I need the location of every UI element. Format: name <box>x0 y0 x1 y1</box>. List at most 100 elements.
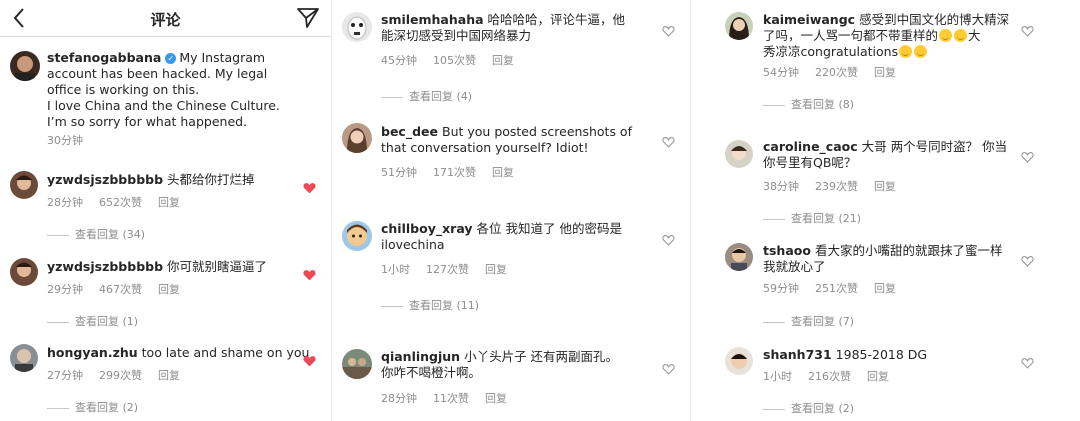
heart-filled-icon[interactable] <box>303 355 316 367</box>
heart-outline-icon[interactable] <box>662 234 675 246</box>
like-count[interactable]: 251次赞 <box>815 282 858 295</box>
view-replies-button[interactable]: 查看回复 (4) <box>381 88 472 104</box>
verified-badge-icon: ✓ <box>165 53 177 64</box>
view-replies-button[interactable]: 查看回复 (8) <box>763 96 854 112</box>
avatar[interactable] <box>342 123 372 153</box>
avatar[interactable] <box>342 349 372 379</box>
heart-outline-icon[interactable] <box>1021 357 1034 369</box>
comment-username[interactable]: shanh731 <box>763 347 832 362</box>
comment-text: 大哥 两个号同时盗？ 你当 <box>861 139 1008 154</box>
comment-text: 大 <box>968 28 981 43</box>
send-icon[interactable] <box>296 6 320 30</box>
comment-username[interactable]: chillboy_xray <box>381 221 473 236</box>
comment-text: 哈哈哈哈，评论牛逼，他 <box>487 12 626 27</box>
comment-text: 了吗，一人骂一句都不带重样的 <box>763 28 939 43</box>
heart-outline-icon[interactable] <box>1021 151 1034 163</box>
like-count[interactable]: 467次赞 <box>99 283 142 296</box>
comment-time: 38分钟 <box>763 180 799 193</box>
heart-outline-icon[interactable] <box>662 25 675 37</box>
back-chevron-icon[interactable] <box>10 6 30 30</box>
reply-button[interactable]: 回复 <box>492 54 514 67</box>
view-replies-button[interactable]: 查看回复 (2) <box>763 400 854 416</box>
comment-username[interactable]: hongyan.zhu <box>47 345 138 360</box>
comment-text: But you posted screenshots of <box>442 124 632 139</box>
comment-text: too late and shame on you <box>141 345 310 360</box>
heart-filled-icon[interactable] <box>303 182 316 194</box>
reply-button[interactable]: 回复 <box>492 166 514 179</box>
comment-time: 27分钟 <box>47 369 83 382</box>
comment-username[interactable]: bec_dee <box>381 124 438 139</box>
like-count[interactable]: 127次赞 <box>426 263 469 276</box>
reply-button[interactable]: 回复 <box>485 263 507 276</box>
comments-panel-1: 评论 stefanogabbana ✓ My Instagram account h… <box>0 0 331 421</box>
avatar[interactable] <box>725 243 753 271</box>
heart-outline-icon[interactable] <box>662 136 675 148</box>
grimace-emoji-icon <box>954 29 968 42</box>
grimace-emoji-icon <box>899 45 913 58</box>
reply-button[interactable]: 回复 <box>485 392 507 405</box>
reply-button[interactable]: 回复 <box>874 282 896 295</box>
avatar[interactable] <box>725 347 753 375</box>
comment-text: 你号里有QB呢？ <box>763 155 857 170</box>
view-replies-button[interactable]: 查看回复 (1) <box>47 313 138 329</box>
comment-time: 1小时 <box>381 263 410 276</box>
comment-text: 秀凉凉congratulations <box>763 44 899 59</box>
reply-button[interactable]: 回复 <box>158 283 180 296</box>
heart-outline-icon[interactable] <box>1021 255 1034 267</box>
comment-time: 59分钟 <box>763 282 799 295</box>
comment-time: 29分钟 <box>47 283 83 296</box>
comment-text: 你咋不喝橙汁啊。 <box>381 365 482 380</box>
comment-text: ilovechina <box>381 237 445 252</box>
reply-button[interactable]: 回复 <box>158 196 180 209</box>
comment-text: 能深切感受到中国网络暴力 <box>381 28 532 43</box>
view-replies-button[interactable]: 查看回复 (21) <box>763 210 861 226</box>
like-count[interactable]: 299次赞 <box>99 369 142 382</box>
comment-username[interactable]: caroline_caoc <box>763 139 858 154</box>
reply-button[interactable]: 回复 <box>158 369 180 382</box>
page-title: 评论 <box>150 11 181 29</box>
comment-username[interactable]: yzwdsjszbbbbbb <box>47 172 163 187</box>
comment-time: 28分钟 <box>47 196 83 209</box>
heart-filled-icon[interactable] <box>303 269 316 281</box>
avatar[interactable] <box>725 140 753 168</box>
like-count[interactable]: 216次赞 <box>808 370 851 383</box>
like-count[interactable]: 239次赞 <box>815 180 858 193</box>
like-count[interactable]: 220次赞 <box>815 66 858 79</box>
avatar[interactable] <box>725 12 753 40</box>
avatar[interactable] <box>10 258 38 286</box>
like-count[interactable]: 11次赞 <box>433 392 469 405</box>
post-username[interactable]: stefanogabbana <box>47 50 161 65</box>
avatar[interactable] <box>10 171 38 199</box>
comment-time: 1小时 <box>763 370 792 383</box>
view-replies-button[interactable]: 查看回复 (7) <box>763 313 854 329</box>
view-replies-button[interactable]: 查看回复 (2) <box>47 399 138 415</box>
like-count[interactable]: 652次赞 <box>99 196 142 209</box>
reply-button[interactable]: 回复 <box>867 370 889 383</box>
view-replies-button[interactable]: 查看回复 (34) <box>47 226 145 242</box>
comment-text: 头都给你打烂掉 <box>167 172 255 187</box>
like-count[interactable]: 171次赞 <box>433 166 476 179</box>
comment-time: 28分钟 <box>381 392 417 405</box>
comment-username[interactable]: smilemhahaha <box>381 12 484 27</box>
heart-outline-icon[interactable] <box>1021 25 1034 37</box>
comment-username[interactable]: tshaoo <box>763 243 811 258</box>
comment-text: 各位 我知道了 他的密码是 <box>476 221 622 236</box>
avatar[interactable] <box>342 12 372 42</box>
like-count[interactable]: 105次赞 <box>433 54 476 67</box>
caption-line: account has been hacked. My legal <box>47 66 268 81</box>
avatar[interactable] <box>10 51 40 81</box>
caption-line: My Instagram <box>179 50 266 65</box>
comment-text: 1985-2018 DG <box>835 347 928 362</box>
view-replies-button[interactable]: 查看回复 (11) <box>381 297 479 313</box>
comment-username[interactable]: kaimeiwangc <box>763 12 855 27</box>
comment-text: 我就放心了 <box>763 259 826 274</box>
heart-outline-icon[interactable] <box>662 363 675 375</box>
avatar[interactable] <box>10 344 38 372</box>
comment-username[interactable]: qianlingjun <box>381 349 460 364</box>
grimace-emoji-icon <box>939 29 953 42</box>
reply-button[interactable]: 回复 <box>874 180 896 193</box>
comment-username[interactable]: yzwdsjszbbbbbb <box>47 259 163 274</box>
avatar[interactable] <box>342 221 372 251</box>
reply-button[interactable]: 回复 <box>874 66 896 79</box>
comment-time: 51分钟 <box>381 166 417 179</box>
